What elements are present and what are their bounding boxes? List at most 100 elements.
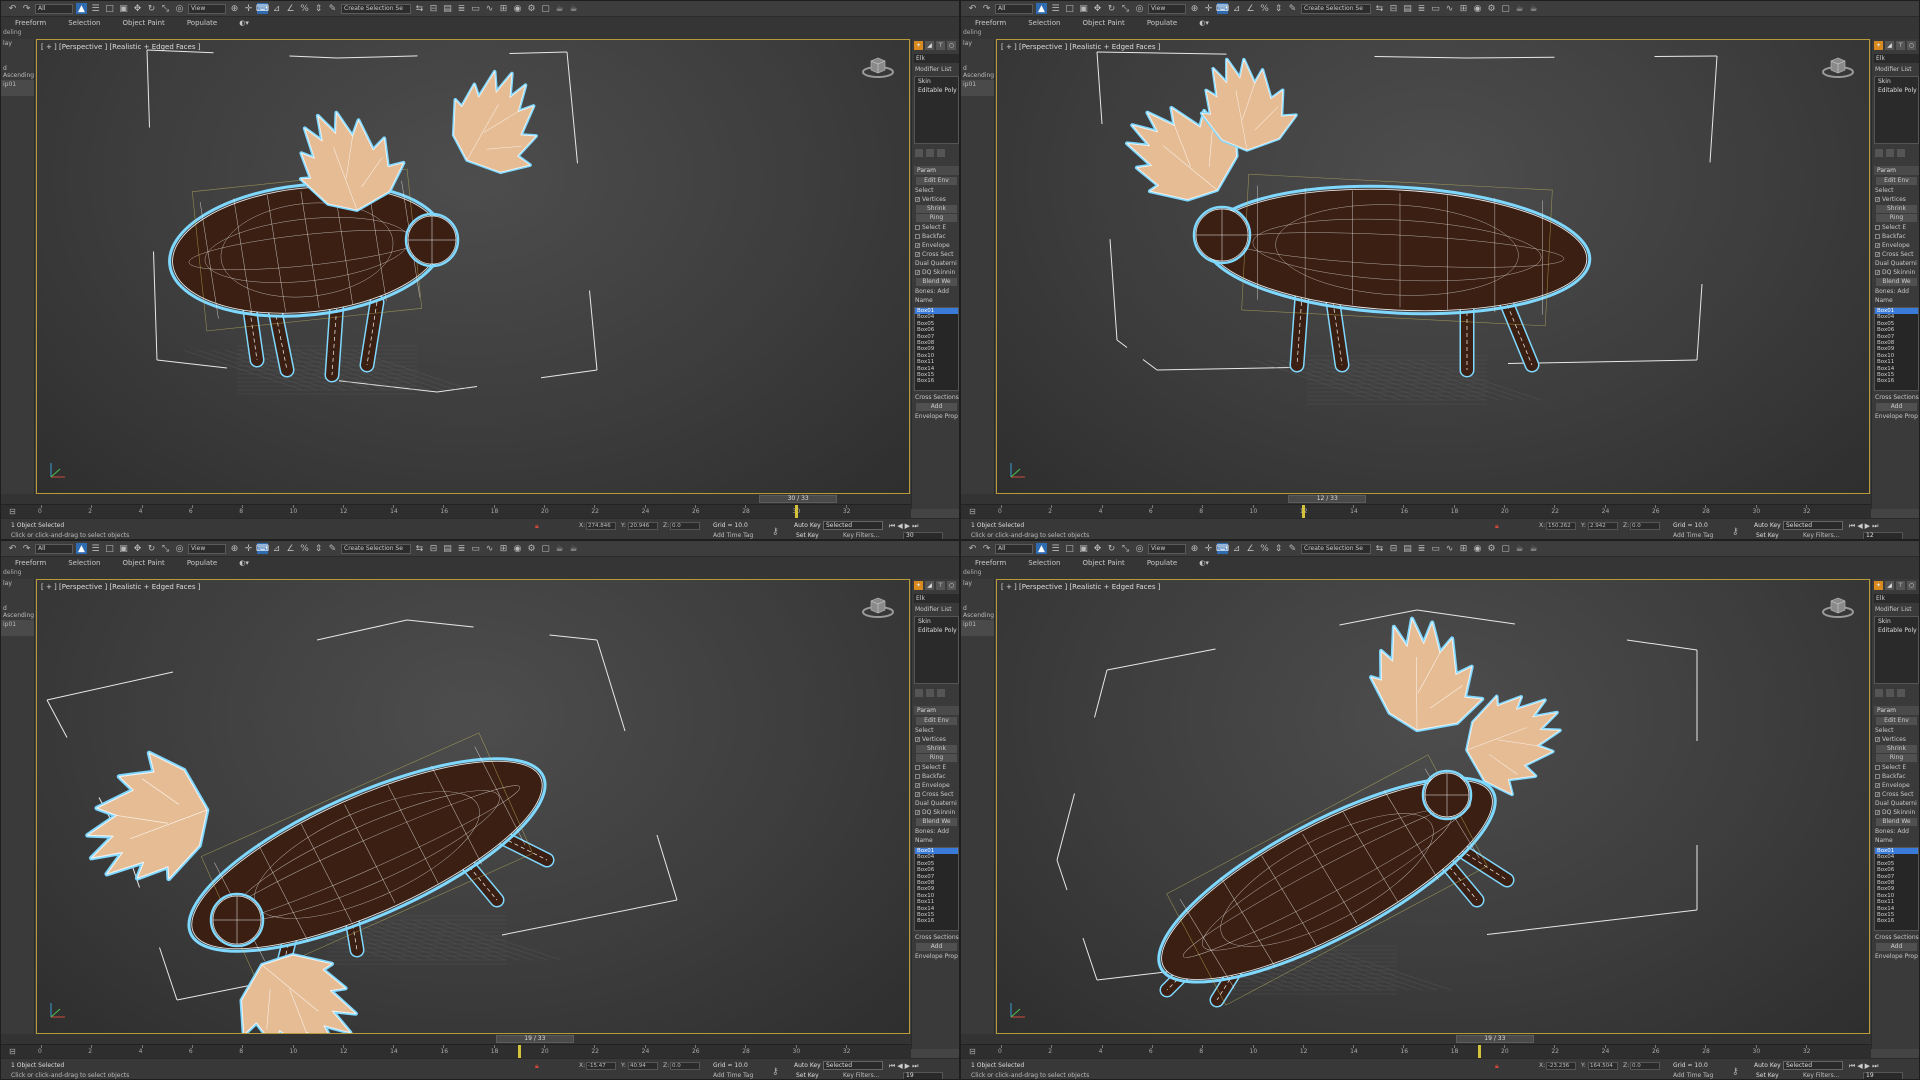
edit-named-sets-icon[interactable]: ✎ bbox=[327, 3, 338, 14]
cross-sect-checkbox[interactable]: ✓ Cross Sect bbox=[912, 250, 959, 259]
scene-explorer-item-selected[interactable] bbox=[961, 89, 994, 96]
scene-explorer-item[interactable]: ip01 bbox=[1, 620, 34, 629]
bones-list[interactable]: Box01 Box04 Box05 Box06 Box07 Box08 Box09 Box10… bbox=[1874, 847, 1919, 931]
percent-snap-icon[interactable]: % bbox=[1259, 3, 1270, 14]
perspective-viewport[interactable]: [ + ] [Perspective ] [Realistic + Edged … bbox=[36, 579, 910, 1034]
bones-add-button[interactable]: Add bbox=[937, 288, 949, 295]
y-coord-field[interactable]: 2.942 bbox=[1588, 522, 1618, 530]
modifier-list-dropdown[interactable]: Modifier List bbox=[912, 605, 959, 614]
selection-lock-icon[interactable]: 🔒︎ bbox=[535, 1062, 539, 1071]
place-icon[interactable]: ◎ bbox=[174, 3, 185, 14]
scene-explorer-item-selected[interactable] bbox=[1, 89, 34, 96]
set-key-icon[interactable]: ⚷ bbox=[772, 527, 779, 537]
playback-controls[interactable]: ⏮◀▶⏭ bbox=[889, 1062, 920, 1071]
pivot-icon[interactable]: ⊕ bbox=[229, 3, 240, 14]
named-selection-sets-dropdown[interactable]: Create Selection Se bbox=[1301, 543, 1371, 554]
parameters-rollout[interactable]: Param bbox=[1874, 706, 1919, 715]
cross-sect-checkbox[interactable]: ✓ Cross Sect bbox=[912, 790, 959, 799]
cross-sect-checkbox[interactable]: ✓ Cross Sect bbox=[1872, 250, 1919, 259]
select-manipulate-icon[interactable]: ✛ bbox=[1203, 3, 1214, 14]
ribbon-tab-object-paint[interactable]: Object Paint bbox=[1082, 559, 1124, 567]
perspective-viewport[interactable]: [ + ] [Perspective ] [Realistic + Edged … bbox=[996, 579, 1870, 1034]
make-unique-icon[interactable] bbox=[1897, 149, 1905, 157]
edit-envelopes-button[interactable]: Edit Env bbox=[916, 177, 957, 185]
ribbon-tab-freeform[interactable]: Freeform bbox=[15, 19, 46, 27]
z-coord-field[interactable]: 0.0 bbox=[1630, 522, 1660, 530]
z-coord-field[interactable]: 0.0 bbox=[670, 1062, 700, 1070]
redo-icon[interactable]: ↷ bbox=[981, 3, 992, 14]
edit-named-sets-icon[interactable]: ✎ bbox=[327, 543, 338, 554]
rendered-frame-window-icon[interactable]: ▢ bbox=[1500, 3, 1511, 14]
scene-explorer-display[interactable]: lay bbox=[961, 579, 994, 588]
backfac-checkbox[interactable]: Backfac bbox=[1872, 232, 1919, 241]
scene-explorer-item[interactable]: ip01 bbox=[961, 80, 994, 89]
set-key-button[interactable]: Set Key bbox=[1756, 1072, 1779, 1079]
mini-curve-editor-icon[interactable]: ⊟ bbox=[969, 507, 981, 516]
z-coord-field[interactable]: 0.0 bbox=[670, 522, 700, 530]
time-slider[interactable]: 30 / 33 bbox=[1, 494, 911, 504]
bones-add-button[interactable]: Add bbox=[937, 828, 949, 835]
modify-tab-icon[interactable]: ◢ bbox=[1885, 581, 1894, 590]
ribbon-tab-populate[interactable]: Populate bbox=[187, 559, 217, 567]
dq-skinning-toggle[interactable]: ✓ DQ Skinnin bbox=[912, 268, 959, 277]
envelope-properties-rollout[interactable]: Envelope Prop bbox=[1872, 412, 1919, 421]
vertices-checkbox[interactable]: ✓ Vertices bbox=[1872, 735, 1919, 744]
select-by-name-icon[interactable]: ☰ bbox=[90, 543, 101, 554]
toggle-ribbon-icon[interactable]: ▭ bbox=[470, 543, 481, 554]
material-editor-icon[interactable]: ◉ bbox=[1472, 3, 1483, 14]
redo-icon[interactable]: ↷ bbox=[21, 3, 32, 14]
snaps-toggle-icon[interactable]: ⊿ bbox=[271, 3, 282, 14]
viewport-label[interactable]: [ + ] [Perspective ] [Realistic + Edged … bbox=[1001, 43, 1160, 51]
reference-coord-dropdown[interactable]: View bbox=[1148, 543, 1186, 554]
playback-controls[interactable]: ⏮◀▶⏭ bbox=[889, 522, 920, 531]
render-iterative-icon[interactable]: ☕ bbox=[568, 3, 579, 14]
time-slider[interactable]: 12 / 33 bbox=[961, 494, 1871, 504]
x-coord-field[interactable]: -15.47 bbox=[586, 1062, 616, 1070]
hierarchy-tab-icon[interactable]: ⊤ bbox=[1896, 41, 1905, 50]
stack-item-editable-poly[interactable]: Editable Poly bbox=[915, 626, 958, 635]
modifier-stack[interactable]: Skin Editable Poly bbox=[914, 616, 959, 684]
envelope-properties-rollout[interactable]: Envelope Prop bbox=[912, 412, 959, 421]
modifier-list-dropdown[interactable]: Modifier List bbox=[912, 65, 959, 74]
toggle-scene-explorer-icon[interactable]: ▤ bbox=[1402, 3, 1413, 14]
cross-section-add-button[interactable]: Add bbox=[1876, 403, 1917, 411]
render-iterative-icon[interactable]: ☕ bbox=[1528, 543, 1539, 554]
envelope-properties-rollout[interactable]: Envelope Prop bbox=[1872, 952, 1919, 961]
bones-list[interactable]: Box01 Box04 Box05 Box06 Box07 Box08 Box09 Box10… bbox=[914, 847, 959, 931]
spinner-snap-icon[interactable]: ⇕ bbox=[1273, 3, 1284, 14]
current-frame-field[interactable]: 19 bbox=[1863, 1072, 1903, 1079]
perspective-viewport[interactable]: [ + ] [Perspective ] [Realistic + Edged … bbox=[996, 39, 1870, 494]
backfac-checkbox[interactable]: Backfac bbox=[912, 232, 959, 241]
select-by-name-icon[interactable]: ☰ bbox=[1050, 543, 1061, 554]
undo-icon[interactable]: ↶ bbox=[967, 543, 978, 554]
toggle-scene-explorer-icon[interactable]: ▤ bbox=[442, 3, 453, 14]
auto-key-button[interactable]: Auto Key bbox=[794, 1062, 821, 1069]
scene-explorer-item-selected[interactable] bbox=[961, 629, 994, 636]
percent-snap-icon[interactable]: % bbox=[1259, 543, 1270, 554]
selection-lock-icon[interactable]: 🔒︎ bbox=[1495, 1062, 1499, 1071]
vertices-checkbox[interactable]: ✓ Vertices bbox=[912, 735, 959, 744]
dq-skinning-toggle[interactable]: ✓ DQ Skinnin bbox=[1872, 268, 1919, 277]
mini-curve-editor-icon[interactable]: ⊟ bbox=[969, 1047, 981, 1056]
place-icon[interactable]: ◎ bbox=[1134, 543, 1145, 554]
stack-item-skin[interactable]: Skin bbox=[915, 77, 958, 86]
undo-icon[interactable]: ↶ bbox=[7, 543, 18, 554]
x-coord-field[interactable]: -23.236 bbox=[1546, 1062, 1576, 1070]
pivot-icon[interactable]: ⊕ bbox=[1189, 543, 1200, 554]
render-production-icon[interactable]: ☕ bbox=[1514, 3, 1525, 14]
curve-editor-icon[interactable]: ∿ bbox=[484, 3, 495, 14]
auto-key-button[interactable]: Auto Key bbox=[1754, 522, 1781, 529]
time-slider[interactable]: 19 / 33 bbox=[961, 1034, 1871, 1044]
snaps-toggle-icon[interactable]: ⊿ bbox=[1231, 3, 1242, 14]
playback-controls[interactable]: ⏮◀▶⏭ bbox=[1849, 522, 1880, 531]
envelope-properties-rollout[interactable]: Envelope Prop bbox=[912, 952, 959, 961]
spinner-snap-icon[interactable]: ⇕ bbox=[1273, 543, 1284, 554]
align-icon[interactable]: ⊟ bbox=[1388, 3, 1399, 14]
selection-filter-dropdown[interactable]: All bbox=[995, 543, 1033, 554]
key-filters-button[interactable]: Key Filters... bbox=[1803, 1072, 1840, 1079]
ribbon-tab-selection[interactable]: Selection bbox=[1028, 559, 1060, 567]
motion-tab-icon[interactable]: ○ bbox=[1907, 41, 1916, 50]
keyboard-shortcut-override-icon[interactable]: ⌨ bbox=[1216, 3, 1229, 14]
scene-explorer-display[interactable]: lay bbox=[1, 579, 34, 588]
scale-icon[interactable]: ⤡ bbox=[1120, 3, 1131, 14]
